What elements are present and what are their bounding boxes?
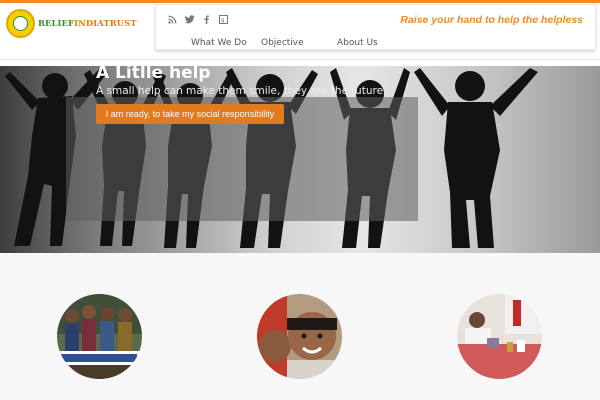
header-nav-box: g Raise your hand to help the helpless W… — [155, 4, 596, 50]
site-tagline: Raise your hand to help the helpless — [400, 14, 583, 26]
logo-seal-icon — [6, 8, 35, 38]
top-accent-line — [0, 0, 600, 3]
header-separator — [0, 59, 600, 60]
twitter-icon[interactable] — [185, 15, 195, 24]
svg-text:g: g — [221, 17, 225, 24]
awareness-camp-photo[interactable] — [57, 294, 142, 379]
smiling-children-photo[interactable] — [257, 294, 342, 379]
social-responsibility-button[interactable]: I am ready, to take my social responsibi… — [96, 104, 284, 124]
facebook-icon[interactable] — [202, 15, 211, 24]
menu-item-what-we-do[interactable]: What We Do — [191, 38, 247, 48]
social-links: g — [168, 15, 228, 24]
menu-item-objective[interactable]: Objective — [261, 38, 304, 48]
rss-icon[interactable] — [168, 15, 177, 24]
menu-item-about-us[interactable]: About Us — [337, 38, 378, 48]
hero-subtitle: A small help can make them smile, they a… — [96, 85, 384, 97]
medical-camp-photo[interactable] — [457, 294, 542, 379]
hero-title: A Litlle help — [96, 63, 211, 83]
site-logo[interactable]: RELIEFINDIATRUST — [6, 7, 156, 39]
google-plus-icon[interactable]: g — [219, 15, 228, 24]
logo-text: RELIEFINDIATRUST — [38, 18, 137, 28]
